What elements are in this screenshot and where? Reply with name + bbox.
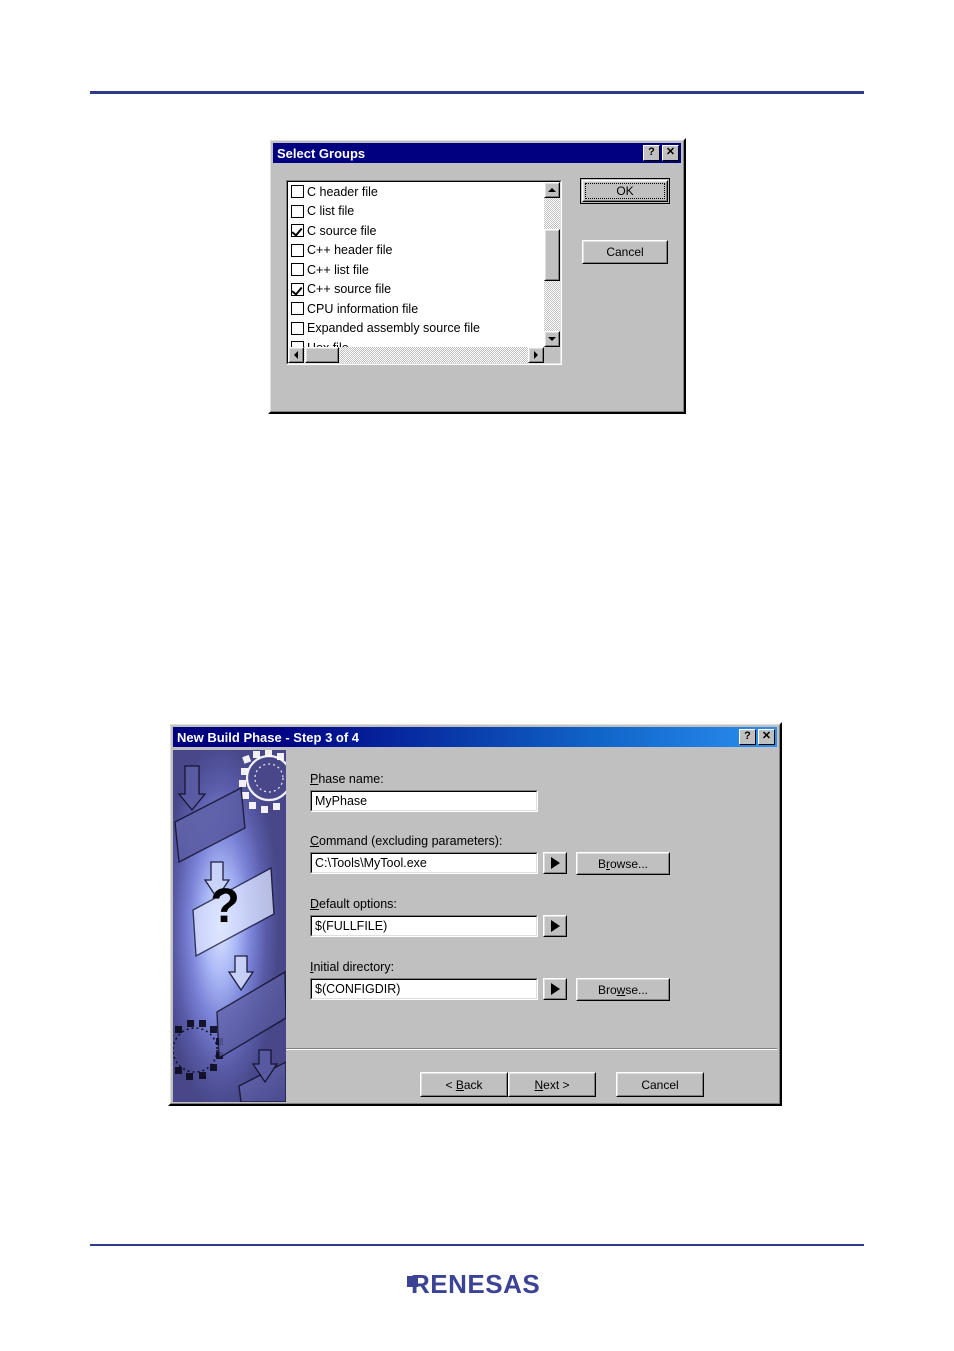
- phase-name-label: Phase name:: [310, 772, 384, 786]
- command-browse-label: Browse...: [597, 856, 649, 871]
- vertical-scroll-thumb[interactable]: [544, 229, 560, 281]
- groups-listbox[interactable]: C header file C list file C source file C++…: [286, 180, 562, 365]
- checkbox-unchecked-icon[interactable]: [291, 321, 304, 335]
- initial-directory-label: Initial directory:: [310, 960, 395, 974]
- checkbox-unchecked-icon[interactable]: [291, 185, 304, 199]
- groups-list-items[interactable]: C header file C list file C source file C++…: [288, 182, 544, 347]
- checkbox-unchecked-icon[interactable]: [291, 243, 304, 257]
- close-icon[interactable]: ✕: [758, 729, 775, 745]
- list-item-label: CPU information file: [307, 301, 419, 316]
- wizard-footer-divider: [286, 1048, 777, 1050]
- list-item[interactable]: CPU information file: [288, 299, 544, 319]
- listbox-vertical-scrollbar[interactable]: [544, 182, 560, 347]
- horizontal-scroll-thumb[interactable]: [305, 347, 339, 363]
- select-groups-titlebar[interactable]: Select Groups ? ✕: [273, 143, 681, 163]
- list-item[interactable]: C++ list file: [288, 260, 544, 280]
- renesas-wordmark: RENESAS: [411, 1269, 540, 1299]
- list-item-label: C list file: [307, 204, 355, 219]
- list-item-label: Expanded assembly source file: [307, 321, 481, 336]
- listbox-bevel: C header file C list file C source file C++…: [287, 181, 561, 364]
- scroll-down-icon[interactable]: [544, 331, 560, 347]
- list-item-label: C header file: [307, 184, 378, 199]
- scrollbar-corner: [544, 347, 560, 363]
- back-button[interactable]: < Back: [420, 1072, 508, 1097]
- help-icon[interactable]: ?: [739, 729, 756, 745]
- titlebar-buttons: ? ✕: [643, 145, 679, 161]
- default-options-placeholder-dropdown-icon[interactable]: [543, 915, 567, 937]
- wizard-cancel-button[interactable]: Cancel: [616, 1072, 704, 1097]
- command-value[interactable]: C:\Tools\MyTool.exe: [311, 853, 537, 873]
- list-item[interactable]: C list file: [288, 202, 544, 222]
- page-header-rule: [90, 91, 864, 94]
- scroll-up-icon[interactable]: [544, 182, 560, 198]
- wizard-flowchart-illustration: ?: [173, 750, 286, 1102]
- cancel-button[interactable]: Cancel: [582, 240, 668, 264]
- next-button-label: Next >: [534, 1077, 570, 1092]
- list-item-label: C++ list file: [307, 262, 369, 277]
- ok-button-label: OK: [616, 184, 634, 198]
- list-item[interactable]: C source file: [288, 221, 544, 241]
- list-item[interactable]: Hex file: [288, 338, 544, 347]
- command-browse-button[interactable]: Browse...: [576, 852, 670, 875]
- scroll-right-icon[interactable]: [528, 347, 544, 363]
- initial-directory-browse-label: Browse...: [597, 982, 649, 997]
- select-groups-title: Select Groups: [277, 145, 366, 161]
- command-placeholder-dropdown-icon[interactable]: [543, 852, 567, 874]
- close-icon[interactable]: ✕: [662, 145, 679, 161]
- list-item-label: C++ header file: [307, 243, 393, 258]
- ok-button[interactable]: OK: [580, 178, 670, 204]
- list-item[interactable]: C header file: [288, 182, 544, 202]
- command-input[interactable]: C:\Tools\MyTool.exe: [310, 852, 538, 874]
- default-options-label: Default options:: [310, 897, 397, 911]
- build-phase-titlebar[interactable]: New Build Phase - Step 3 of 4 ? ✕: [173, 727, 777, 747]
- default-options-input[interactable]: $(FULLFILE): [310, 915, 538, 937]
- back-button-label: < Back: [445, 1077, 483, 1092]
- help-icon[interactable]: ?: [643, 145, 660, 161]
- list-item[interactable]: C++ source file: [288, 280, 544, 300]
- titlebar-buttons: ? ✕: [739, 729, 775, 745]
- checkbox-checked-icon[interactable]: [291, 282, 304, 296]
- cancel-button-label: Cancel: [606, 245, 644, 259]
- list-item-label: C source file: [307, 223, 377, 238]
- list-item[interactable]: C++ header file: [288, 241, 544, 261]
- wizard-cancel-label: Cancel: [641, 1077, 679, 1092]
- select-groups-dialog: Select Groups ? ✕ C header file C list fi…: [268, 138, 686, 414]
- next-button[interactable]: Next >: [508, 1072, 596, 1097]
- list-item-label: C++ source file: [307, 282, 392, 297]
- default-options-value[interactable]: $(FULLFILE): [311, 916, 537, 936]
- checkbox-checked-icon[interactable]: [291, 224, 304, 238]
- command-label: Command (excluding parameters):: [310, 834, 503, 848]
- initial-directory-browse-button[interactable]: Browse...: [576, 978, 670, 1001]
- wizard-content-pane: Phase name: MyPhase Command (excluding p…: [286, 750, 777, 1101]
- listbox-horizontal-scrollbar[interactable]: [288, 347, 544, 363]
- build-phase-title: New Build Phase - Step 3 of 4: [177, 729, 360, 745]
- list-item[interactable]: Expanded assembly source file: [288, 319, 544, 339]
- phase-name-value[interactable]: MyPhase: [311, 791, 537, 811]
- initial-directory-value[interactable]: $(CONFIGDIR): [311, 979, 537, 999]
- phase-name-input[interactable]: MyPhase: [310, 790, 538, 812]
- wizard-artwork-panel: ?: [173, 750, 286, 1102]
- renesas-logo: RENESAS: [407, 1267, 557, 1301]
- checkbox-unchecked-icon[interactable]: [291, 204, 304, 218]
- new-build-phase-dialog: New Build Phase - Step 3 of 4 ? ✕ ? Phas…: [168, 722, 782, 1106]
- svg-text:?: ?: [210, 880, 239, 933]
- scroll-left-icon[interactable]: [288, 347, 304, 363]
- page-footer-rule: [90, 1244, 864, 1246]
- checkbox-unchecked-icon[interactable]: [291, 302, 304, 316]
- checkbox-unchecked-icon[interactable]: [291, 263, 304, 277]
- initial-directory-placeholder-dropdown-icon[interactable]: [543, 978, 567, 1000]
- initial-directory-input[interactable]: $(CONFIGDIR): [310, 978, 538, 1000]
